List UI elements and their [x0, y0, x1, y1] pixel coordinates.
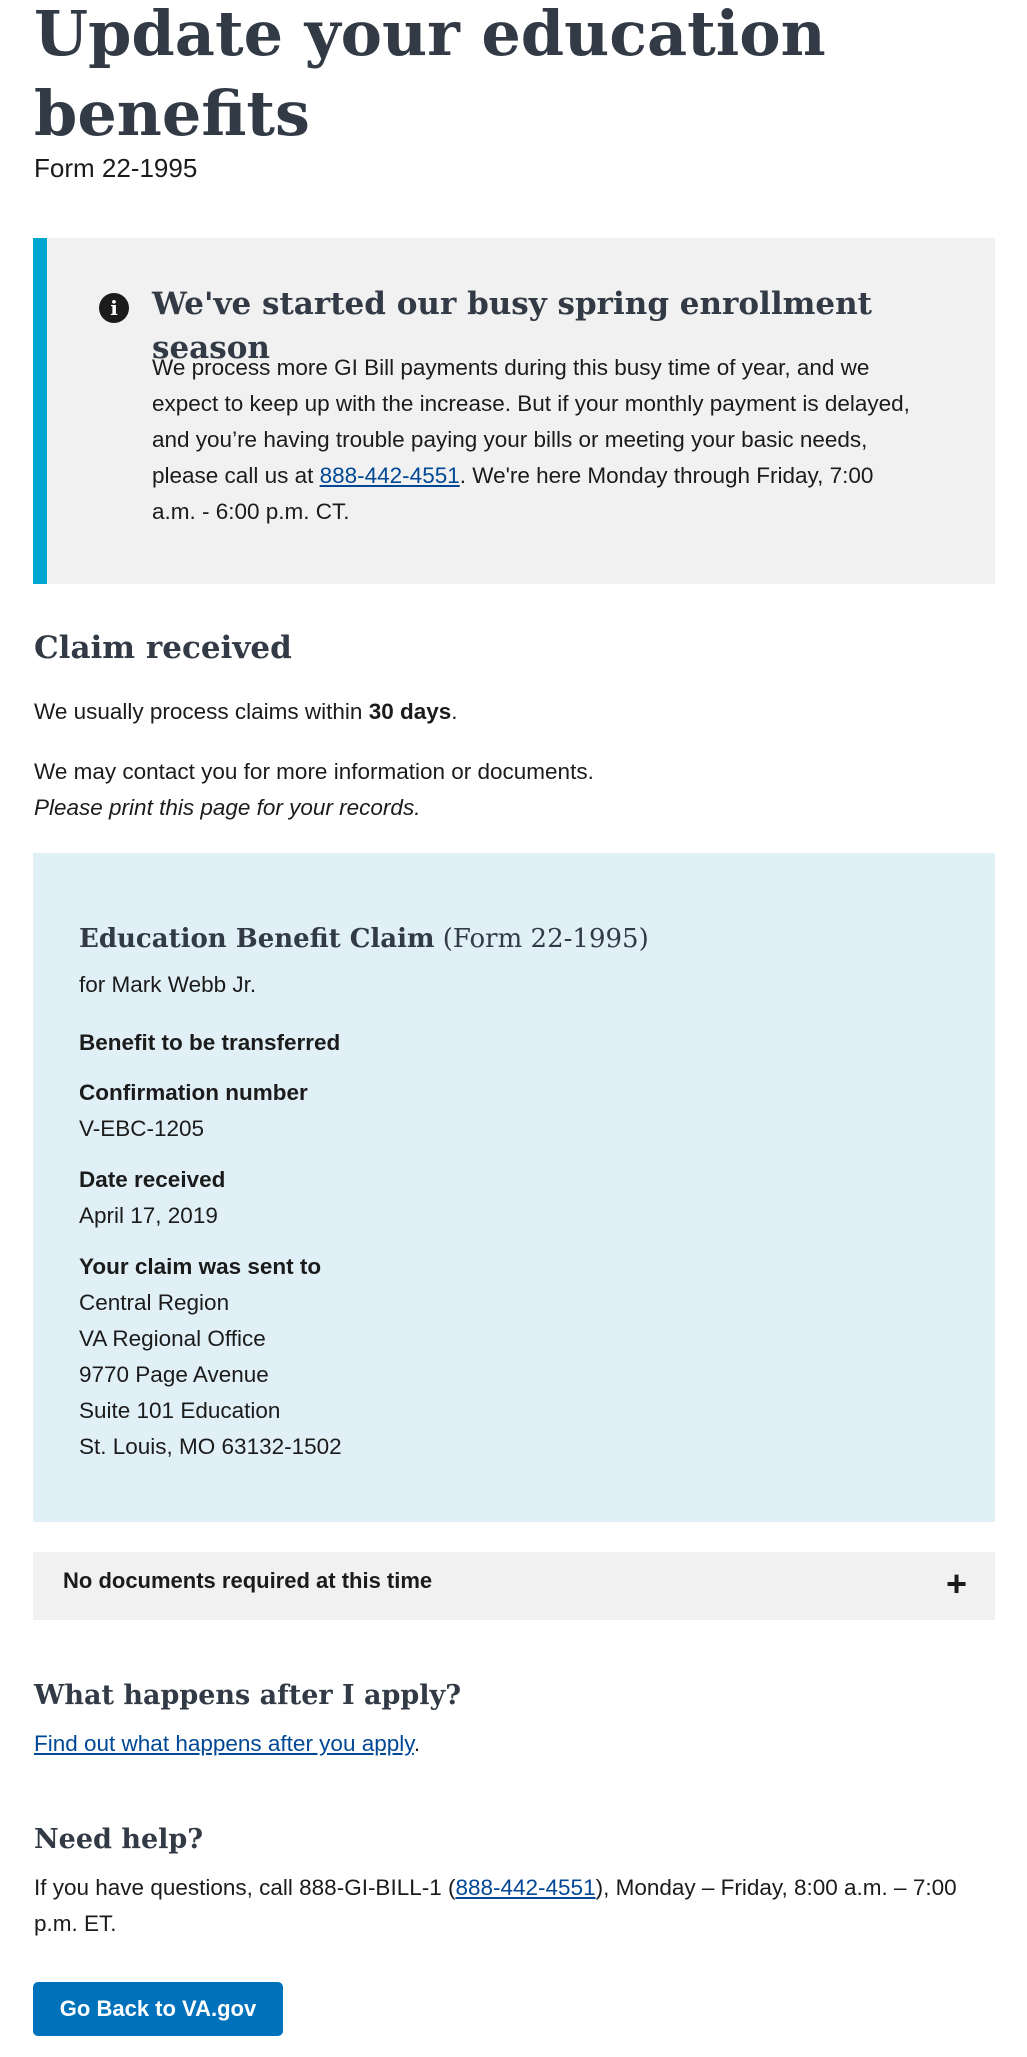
need-help-heading: Need help? — [34, 1824, 204, 1855]
address-line: St. Louis, MO 63132-1502 — [79, 1434, 342, 1459]
print-note: Please print this page for your records. — [34, 795, 421, 820]
claimant-name: for Mark Webb Jr. — [79, 972, 257, 997]
benefit-label: Benefit to be transferred — [79, 1030, 341, 1055]
info-alert: i We've started our busy spring enrollme… — [33, 238, 995, 584]
sent-to-label: Your claim was sent to — [79, 1254, 322, 1279]
address-line: Central Region — [79, 1290, 230, 1315]
address-line: 9770 Page Avenue — [79, 1362, 269, 1387]
page: Update your education benefits Form 22-1… — [0, 0, 1027, 2057]
processing-days: 30 days — [368, 699, 452, 724]
processing-text-end: . — [451, 699, 458, 724]
confirmation-label: Confirmation number — [79, 1080, 308, 1105]
info-icon: i — [99, 293, 129, 323]
after-apply-period: . — [413, 1731, 421, 1756]
plus-icon[interactable]: + — [946, 1566, 967, 1602]
help-text: If you have questions, call 888-GI-BILL-… — [34, 1870, 994, 1942]
claim-title-form: (Form 22-1995) — [442, 924, 649, 954]
claim-received-heading: Claim received — [34, 630, 292, 666]
after-apply-text: Find out what happens after you apply. — [34, 1726, 420, 1762]
alert-phone-link[interactable]: 888-442-4551 — [320, 463, 460, 488]
form-number: Form 22-1995 — [34, 153, 198, 183]
after-apply-heading: What happens after I apply? — [34, 1680, 462, 1711]
date-label: Date received — [79, 1167, 226, 1192]
help-text-start: If you have questions, call 888-GI-BILL-… — [34, 1875, 456, 1900]
address-line: VA Regional Office — [79, 1326, 266, 1351]
page-title: Update your education benefits — [34, 0, 826, 150]
accordion-label: No documents required at this time — [63, 1568, 433, 1593]
claim-title-name: Education Benefit Claim — [79, 924, 435, 954]
contact-note: We may contact you for more information … — [34, 759, 594, 784]
after-apply-link[interactable]: Find out what happens after you apply — [34, 1731, 414, 1756]
alert-body: We process more GI Bill payments during … — [152, 350, 912, 530]
address-line: Suite 101 Education — [79, 1398, 281, 1423]
claim-title: Education Benefit Claim (Form 22-1995) — [79, 919, 649, 959]
go-back-button[interactable]: Go Back to VA.gov — [33, 1982, 283, 2036]
date-value: April 17, 2019 — [79, 1203, 218, 1228]
processing-text: We usually process claims within — [34, 699, 369, 724]
claim-summary-box: Education Benefit Claim (Form 22-1995) f… — [33, 853, 995, 1522]
confirmation-value: V-EBC-1205 — [79, 1116, 205, 1141]
help-phone-link[interactable]: 888-442-4551 — [455, 1875, 595, 1900]
processing-time-text: We usually process claims within 30 days… — [34, 694, 458, 730]
documents-accordion[interactable]: No documents required at this time + — [33, 1552, 995, 1620]
